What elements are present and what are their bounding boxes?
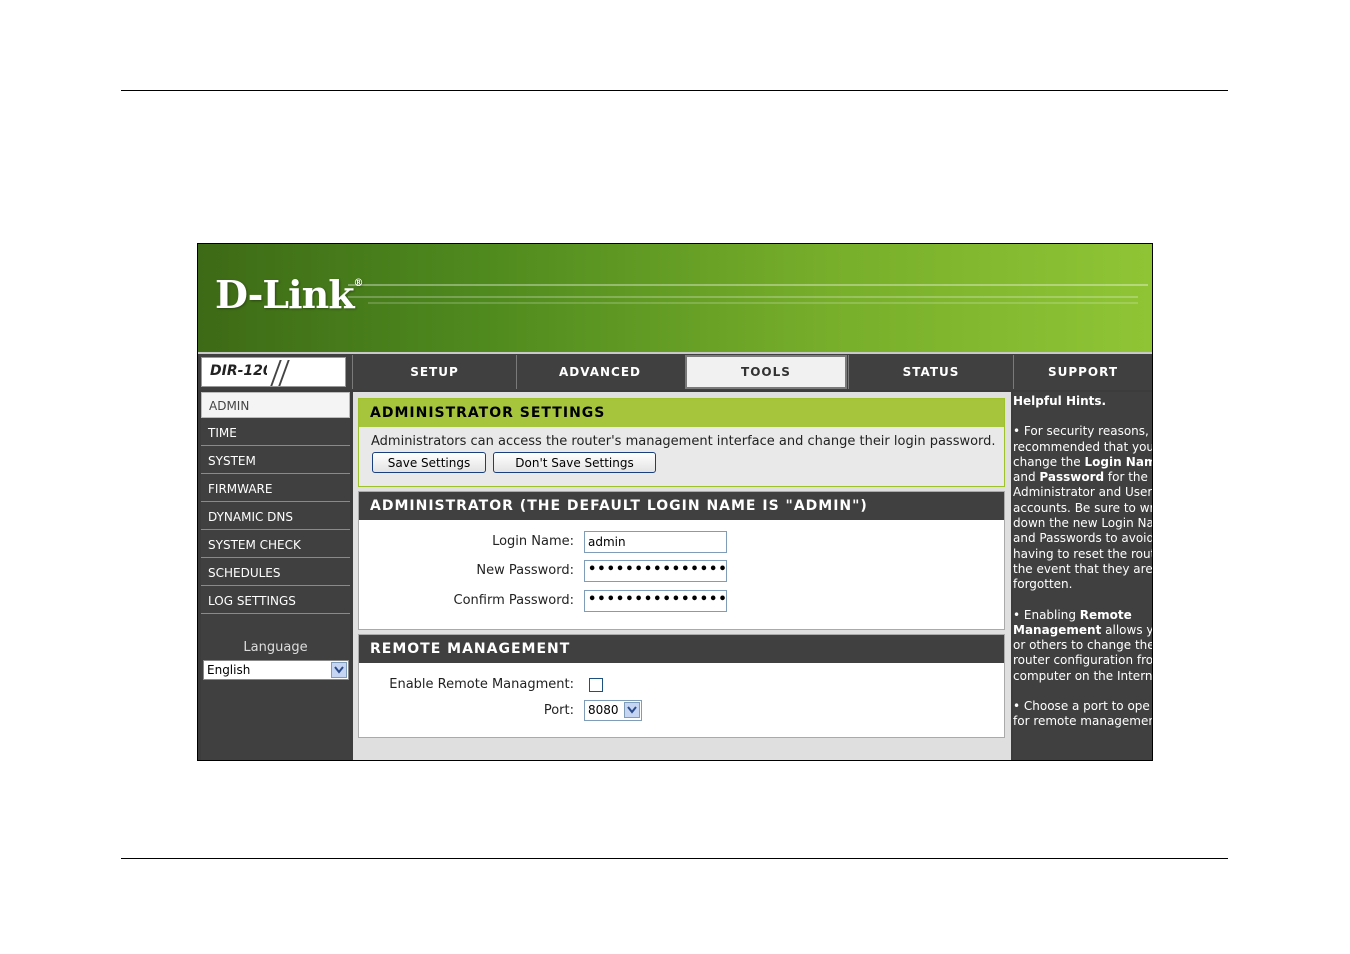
administrator-settings-panel: ADMINISTRATOR SETTINGS Administrators ca… [358, 398, 1005, 487]
banner-streak [348, 284, 1148, 286]
new-password-input[interactable]: ••••••••••••••• [584, 560, 727, 582]
slashes-icon [267, 358, 345, 386]
tab-status[interactable]: STATUS [848, 355, 1013, 389]
remote-management-panel: REMOTE MANAGEMENT Enable Remote Managmen… [358, 634, 1005, 738]
banner-streak [348, 296, 1138, 298]
model-name: DIR-120 [210, 363, 273, 379]
panel-title: ADMINISTRATOR SETTINGS [359, 399, 1004, 427]
hint-port: • Choose a port to ope for remote managem… [1013, 699, 1152, 729]
tab-advanced[interactable]: ADVANCED [516, 355, 683, 389]
language-label: Language [243, 640, 308, 655]
dont-save-settings-button[interactable]: Don't Save Settings [493, 452, 656, 473]
language-value: English [207, 663, 251, 677]
enable-remote-checkbox[interactable] [589, 678, 603, 692]
tab-setup[interactable]: SETUP [352, 355, 516, 389]
hint-remote: • Enabling Remote Management allows y or o… [1013, 607, 1152, 683]
port-label: Port: [543, 703, 574, 718]
sidebar-item-log-settings[interactable]: LOG SETTINGS [201, 588, 350, 614]
panel-description: Administrators can access the router's m… [371, 434, 996, 449]
language-select[interactable]: English [203, 660, 349, 680]
sidebar-item-dynamic-dns[interactable]: DYNAMIC DNS [201, 504, 350, 530]
sidebar-item-system-check[interactable]: SYSTEM CHECK [201, 532, 350, 558]
enable-remote-label: Enable Remote Managment: [389, 677, 574, 692]
confirm-password-input[interactable]: ••••••••••••••• [584, 590, 727, 612]
dlink-logo: D-Link® [215, 272, 364, 317]
top-rule [121, 90, 1228, 91]
login-name-input[interactable]: admin [584, 531, 727, 553]
sidebar-item-admin[interactable]: ADMIN [201, 392, 350, 418]
tab-tools[interactable]: TOOLS [685, 355, 847, 389]
hint-security: • For security reasons, recommended that … [1013, 424, 1152, 592]
chevron-down-icon[interactable] [331, 662, 347, 678]
save-settings-button[interactable]: Save Settings [372, 452, 486, 473]
port-select[interactable]: 8080 [584, 700, 642, 721]
login-name-label: Login Name: [492, 534, 574, 549]
banner: D-Link® [198, 244, 1152, 354]
chevron-down-icon[interactable] [624, 702, 640, 718]
top-nav: DIR-120 SETUP ADVANCED TOOLS STATUS SUPP… [198, 354, 1152, 390]
confirm-password-label: Confirm Password: [453, 593, 574, 608]
sidebar-item-firmware[interactable]: FIRMWARE [201, 476, 350, 502]
banner-streak [368, 302, 1138, 304]
sidebar: ADMIN TIME SYSTEM FIRMWARE DYNAMIC DNS S… [201, 392, 350, 760]
panel-title: ADMINISTRATOR (THE DEFAULT LOGIN NAME IS… [359, 492, 1004, 520]
hints-title: Helpful Hints. [1013, 394, 1107, 408]
router-admin-page: D-Link® DIR-120 SETUP ADVANCED TOOLS STA… [197, 243, 1153, 761]
new-password-label: New Password: [476, 563, 574, 578]
sidebar-item-schedules[interactable]: SCHEDULES [201, 560, 350, 586]
bottom-rule [121, 858, 1228, 859]
sidebar-item-system[interactable]: SYSTEM [201, 448, 350, 474]
tab-support[interactable]: SUPPORT [1013, 355, 1152, 389]
helpful-hints-panel: Helpful Hints. • For security reasons, re… [1013, 392, 1152, 760]
panel-title: REMOTE MANAGEMENT [359, 635, 1004, 663]
administrator-panel: ADMINISTRATOR (THE DEFAULT LOGIN NAME IS… [358, 491, 1005, 630]
main-content: ADMINISTRATOR SETTINGS Administrators ca… [353, 392, 1011, 760]
model-badge: DIR-120 [201, 357, 346, 387]
sidebar-item-time[interactable]: TIME [201, 420, 350, 446]
port-value: 8080 [588, 703, 619, 717]
